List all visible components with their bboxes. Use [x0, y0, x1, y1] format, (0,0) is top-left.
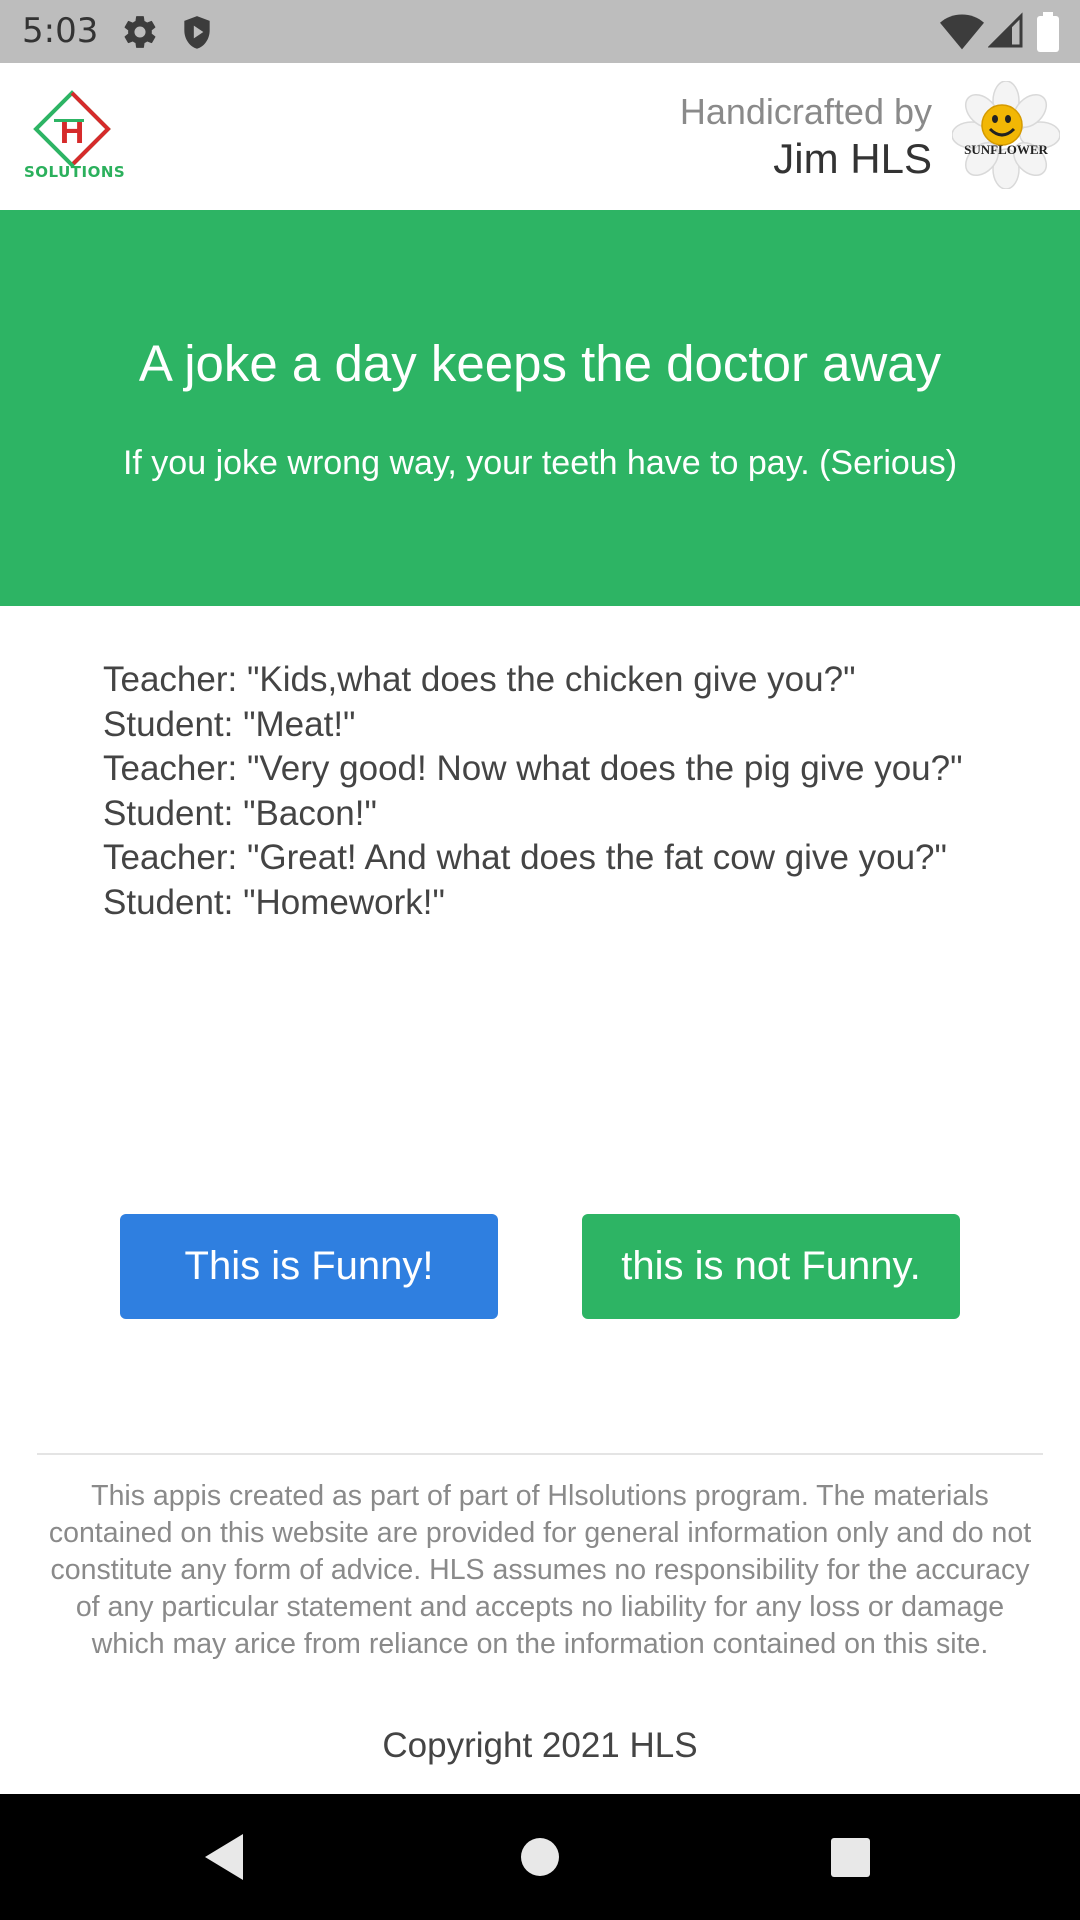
copyright-text: Copyright 2021 HLS	[382, 1726, 698, 1765]
joke-line: Student: "Meat!"	[103, 704, 356, 744]
hero-subtitle: If you joke wrong way, your teeth have t…	[122, 444, 958, 482]
joke-line: Teacher: "Kids,what does the chicken giv…	[103, 660, 856, 699]
app-header: H SOLUTIONS Handicrafted by Jim HLS SUNF…	[0, 63, 1080, 210]
status-time: 5:03	[22, 11, 99, 51]
sunflower-label: SUNFLOWER	[964, 142, 1048, 157]
svg-text:H: H	[60, 113, 85, 151]
sunflower-avatar[interactable]: SUNFLOWER	[952, 81, 1060, 189]
battery-icon	[1037, 12, 1059, 52]
joke-line: Student: "Homework!"	[103, 882, 445, 922]
credit-block: Handicrafted by Jim HLS	[680, 89, 932, 183]
logo-mark: H	[33, 90, 111, 168]
joke-line: Teacher: "Great! And what does the fat c…	[103, 838, 947, 878]
joke-line: Student: "Bacon!"	[103, 793, 377, 833]
status-bar: 5:03	[0, 0, 1080, 63]
gear-icon	[124, 16, 156, 48]
hls-logo[interactable]: H SOLUTIONS	[24, 89, 126, 189]
credit-label: Handicrafted by	[679, 91, 932, 132]
hero-banner: A joke a day keeps the doctor away If yo…	[0, 210, 1080, 606]
footer-divider	[37, 1453, 1043, 1455]
joke-line: Teacher: "Very good! Now what does the p…	[103, 749, 963, 789]
home-icon[interactable]	[480, 1794, 600, 1920]
back-icon[interactable]	[165, 1794, 285, 1920]
signal-icon	[988, 12, 1023, 48]
logo-text: SOLUTIONS	[24, 163, 126, 181]
disclaimer-text: This appis created as part of part of Hl…	[48, 1480, 1032, 1660]
wifi-icon	[940, 14, 984, 50]
hero-title: A joke a day keeps the doctor away	[138, 335, 942, 392]
not-funny-button[interactable]: this is not Funny.	[582, 1214, 960, 1319]
navigation-bar	[0, 1794, 1080, 1920]
recents-icon[interactable]	[790, 1794, 910, 1920]
joke-text: Teacher: "Kids,what does the chicken giv…	[103, 658, 1003, 926]
credit-name: Jim HLS	[773, 135, 932, 182]
shield-icon	[184, 16, 210, 49]
funny-button[interactable]: This is Funny!	[120, 1214, 498, 1319]
